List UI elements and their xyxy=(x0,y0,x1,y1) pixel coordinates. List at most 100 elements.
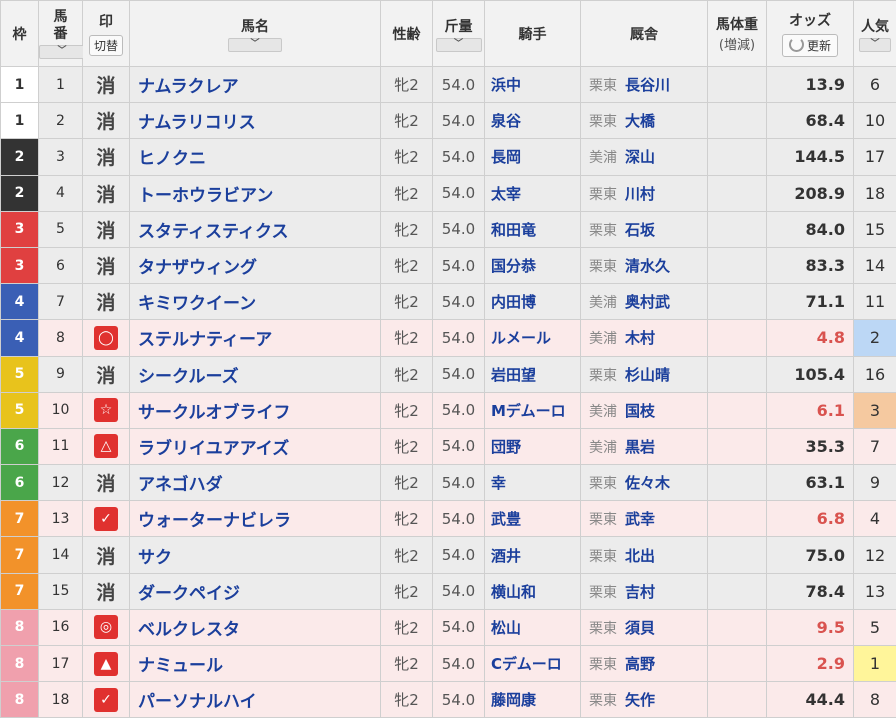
table-row: 4 7 消キミワクイーン 牝2 54.0 内田博 美浦 奥村武 71.1 11 xyxy=(0,283,896,321)
mark-button[interactable]: ◯ xyxy=(94,325,118,350)
jockey-link[interactable]: Mデムーロ xyxy=(484,391,581,429)
mark-button[interactable]: ✓ xyxy=(94,687,118,712)
mark-button[interactable]: 消 xyxy=(96,361,115,388)
horse-name-link[interactable]: スタティスティクス xyxy=(129,210,381,248)
sort-kinryo-button[interactable]: ﹀ xyxy=(435,37,482,52)
trainer-link[interactable]: 木村 xyxy=(625,329,655,347)
trainer-link[interactable]: 川村 xyxy=(625,185,655,203)
mark-cell: 消 xyxy=(82,65,130,104)
table-row: 6 11 △ ラブリイユアアイズ 牝2 54.0 団野 美浦 黒岩 35.3 7 xyxy=(0,427,896,466)
horse-name-link[interactable]: ラブリイユアアイズ xyxy=(129,427,381,466)
mark-button[interactable]: 消 xyxy=(96,469,115,496)
jockey-link[interactable]: 長岡 xyxy=(484,138,581,176)
mark-button[interactable]: ◎ xyxy=(94,615,118,640)
jockey-link[interactable]: 団野 xyxy=(484,427,581,466)
trainer-link[interactable]: 奥村武 xyxy=(625,293,670,311)
mark-cell: ✓ xyxy=(82,500,130,538)
mark-button[interactable]: △ xyxy=(94,434,118,459)
refresh-odds-button[interactable]: 更新 xyxy=(781,34,838,57)
trainer-link[interactable]: 長谷川 xyxy=(625,76,670,94)
jockey-link[interactable]: Cデムーロ xyxy=(484,644,581,683)
sort-name-button[interactable]: ﹀ xyxy=(228,37,282,52)
mark-toggle-button[interactable]: 切替 xyxy=(88,35,123,56)
jockey-link[interactable]: 松山 xyxy=(484,608,581,647)
trainer-link[interactable]: 大橋 xyxy=(625,112,655,130)
horse-name-link[interactable]: ナミュール xyxy=(129,644,381,683)
table-row: 1 2 消ナムラリコリス 牝2 54.0 泉谷 栗東 大橋 68.4 10 xyxy=(0,102,896,140)
jockey-link[interactable]: 和田竜 xyxy=(484,210,581,248)
jockey-link[interactable]: 内田博 xyxy=(484,283,581,321)
trainer-link[interactable]: 佐々木 xyxy=(625,474,670,492)
mark-button[interactable]: ▲ xyxy=(94,651,118,676)
horse-name-link[interactable]: シークルーズ xyxy=(129,355,381,393)
mark-button[interactable]: 消 xyxy=(96,578,115,605)
horse-name-link[interactable]: ナムラクレア xyxy=(129,65,381,104)
jockey-link[interactable]: 国分恭 xyxy=(484,246,581,285)
horse-name-link[interactable]: ダークペイジ xyxy=(129,572,381,610)
ninki-cell: 7 xyxy=(853,427,896,466)
stable-cell: 美浦 国枝 xyxy=(580,391,708,429)
horse-name-link[interactable]: サークルオブライフ xyxy=(129,391,381,429)
mark-button[interactable]: ✓ xyxy=(94,506,118,531)
mark-cell: 消 xyxy=(82,138,130,176)
jockey-link[interactable]: 浜中 xyxy=(484,65,581,104)
stable-cell: 栗東 吉村 xyxy=(580,572,708,610)
trainer-link[interactable]: 北出 xyxy=(625,547,655,565)
jockey-link[interactable]: 藤岡康 xyxy=(484,681,581,718)
mark-button[interactable]: 消 xyxy=(96,288,115,315)
mark-button[interactable]: 消 xyxy=(96,71,115,98)
table-body: 1 1 消ナムラクレア 牝2 54.0 浜中 栗東 長谷川 13.9 6 1 2 消ナムラリコリス 牝2 5… xyxy=(0,65,896,718)
trainer-link[interactable]: 国枝 xyxy=(625,402,655,420)
trainer-link[interactable]: 深山 xyxy=(625,148,655,166)
jockey-link[interactable]: 太宰 xyxy=(484,174,581,212)
weight-cell xyxy=(707,138,767,176)
horse-name-link[interactable]: ステルナティーア xyxy=(129,319,381,357)
mark-button[interactable]: 消 xyxy=(96,542,115,569)
trainer-link[interactable]: 黒岩 xyxy=(625,438,655,456)
jockey-link[interactable]: 酒井 xyxy=(484,536,581,574)
mark-button[interactable]: 消 xyxy=(96,107,115,134)
weight-cell xyxy=(707,174,767,212)
trainer-link[interactable]: 清水久 xyxy=(625,257,670,275)
horse-name-link[interactable]: サク xyxy=(129,536,381,574)
col-umaban[interactable]: 馬 番 ﹀ xyxy=(38,0,85,67)
jockey-link[interactable]: 武豊 xyxy=(484,500,581,538)
trainer-link[interactable]: 杉山晴 xyxy=(625,366,670,384)
mark-button[interactable]: 消 xyxy=(96,143,115,170)
sexage-cell: 牝2 xyxy=(380,464,433,502)
trainer-link[interactable]: 高野 xyxy=(625,655,655,673)
mark-button[interactable]: 消 xyxy=(96,180,115,207)
stable-area: 美浦 xyxy=(589,331,617,348)
horse-name-link[interactable]: ヒノクニ xyxy=(129,138,381,176)
trainer-link[interactable]: 武幸 xyxy=(625,510,655,528)
horse-name-link[interactable]: トーホウラビアン xyxy=(129,174,381,212)
horse-name-link[interactable]: キミワクイーン xyxy=(129,283,381,321)
horse-name-link[interactable]: ベルクレスタ xyxy=(129,608,381,647)
stable-area: 栗東 xyxy=(589,657,617,674)
waku-cell: 2 xyxy=(0,174,39,212)
waku-cell: 5 xyxy=(0,355,39,393)
jockey-link[interactable]: ルメール xyxy=(484,319,581,357)
trainer-link[interactable]: 吉村 xyxy=(625,583,655,601)
horse-name-link[interactable]: ウォーターナビレラ xyxy=(129,500,381,538)
mark-button[interactable]: 消 xyxy=(96,252,115,279)
mark-button[interactable]: ☆ xyxy=(94,398,118,423)
mark-button[interactable]: 消 xyxy=(96,216,115,243)
trainer-link[interactable]: 須貝 xyxy=(625,619,655,637)
sort-umaban-button[interactable]: ﹀ xyxy=(39,44,85,59)
table-header-row: 枠 馬 番 ﹀ 印 切替 馬名 ﹀ 性齢 斤量 ﹀ 騎手 厩舎 馬体重 (増減)… xyxy=(0,0,896,67)
horse-name-link[interactable]: タナザウィング xyxy=(129,246,381,285)
jockey-link[interactable]: 横山和 xyxy=(484,572,581,610)
horse-name-link[interactable]: アネゴハダ xyxy=(129,464,381,502)
jockey-link[interactable]: 幸 xyxy=(484,464,581,502)
horse-name-link[interactable]: パーソナルハイ xyxy=(129,681,381,718)
sexage-cell: 牝2 xyxy=(380,355,433,393)
trainer-link[interactable]: 石坂 xyxy=(625,221,655,239)
trainer-link[interactable]: 矢作 xyxy=(625,691,655,709)
jockey-link[interactable]: 泉谷 xyxy=(484,102,581,140)
sort-ninki-button[interactable]: ﹀ xyxy=(859,37,891,52)
horse-name-link[interactable]: ナムラリコリス xyxy=(129,102,381,140)
weight-cell xyxy=(707,391,767,429)
jockey-link[interactable]: 岩田望 xyxy=(484,355,581,393)
sexage-cell: 牝2 xyxy=(380,536,433,574)
